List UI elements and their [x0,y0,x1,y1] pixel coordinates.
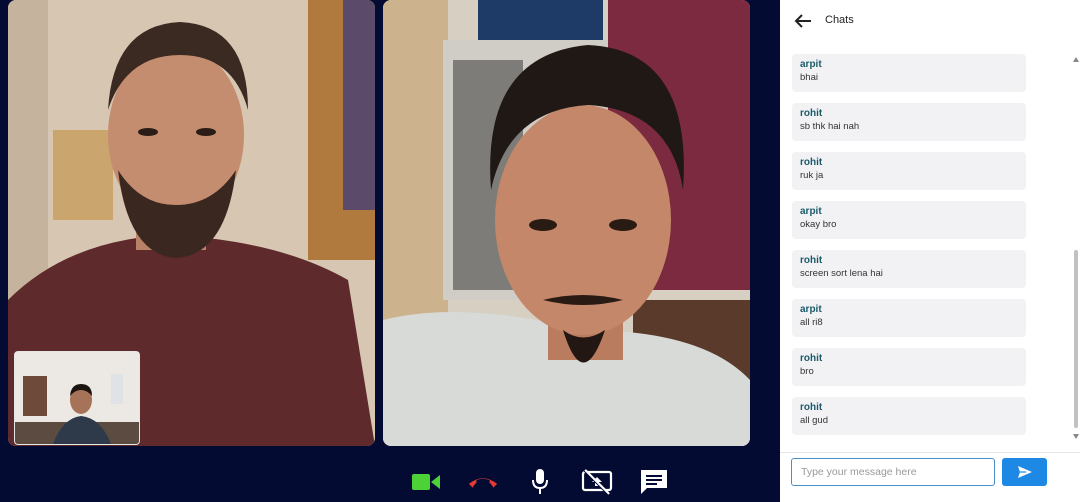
message-text: ruk ja [800,170,824,181]
chat-title: Chats [825,14,854,26]
message-sender: arpit [800,206,822,217]
message-text: okay bro [800,219,837,230]
message-sender: arpit [800,59,822,70]
message-sender: rohit [800,402,823,413]
microphone-toggle-button[interactable] [524,466,556,498]
message-text: screen sort lena hai [800,268,883,279]
chat-input-divider [780,452,1080,453]
chat-toggle-button[interactable] [638,466,670,498]
message-text: all gud [800,415,828,426]
message-list[interactable]: arpit bhai rohit sb thk hai nah rohit ru… [780,50,1070,445]
self-video-preview [14,351,140,445]
back-arrow-icon[interactable] [794,12,812,30]
camera-toggle-button[interactable] [410,466,442,498]
participant-video-2 [383,0,750,446]
message-text: bro [800,366,814,377]
chat-message: rohit screen sort lena hai [792,250,1026,288]
video-call-app: Chats arpit bhai rohit sb thk hai nah ro… [0,0,1080,502]
message-input[interactable] [791,458,995,486]
chat-message: arpit okay bro [792,201,1026,239]
chat-panel: Chats arpit bhai rohit sb thk hai nah ro… [780,0,1080,502]
call-controls [410,465,670,499]
chat-message: arpit bhai [792,54,1026,92]
self-preview-image [15,352,139,444]
message-sender: rohit [800,255,823,266]
message-text: bhai [800,72,818,83]
message-sender: rohit [800,108,823,119]
message-text: sb thk hai nah [800,121,860,132]
scroll-up-arrow-icon[interactable] [1073,57,1079,62]
message-sender: rohit [800,157,823,168]
chat-message: arpit all ri8 [792,299,1026,337]
chat-header: Chats [780,0,1080,42]
send-icon [1017,466,1032,478]
video-area [0,0,780,502]
send-button[interactable] [1002,458,1047,486]
scroll-thumb[interactable] [1074,250,1078,428]
chat-message: rohit sb thk hai nah [792,103,1026,141]
scroll-down-arrow-icon[interactable] [1073,434,1079,439]
message-sender: rohit [800,353,823,364]
chat-message: rohit ruk ja [792,152,1026,190]
end-call-icon [468,478,498,488]
microphone-icon [532,469,548,494]
chat-scrollbar[interactable] [1071,52,1080,444]
video-camera-icon [412,474,440,490]
screen-share-off-icon [581,469,613,495]
participant-2-image [383,0,750,446]
message-sender: arpit [800,304,822,315]
message-text: all ri8 [800,317,823,328]
screen-share-toggle-button[interactable] [581,466,613,498]
chat-message: rohit all gud [792,397,1026,435]
end-call-button[interactable] [467,466,499,498]
chat-icon [641,470,667,494]
chat-message: rohit bro [792,348,1026,386]
